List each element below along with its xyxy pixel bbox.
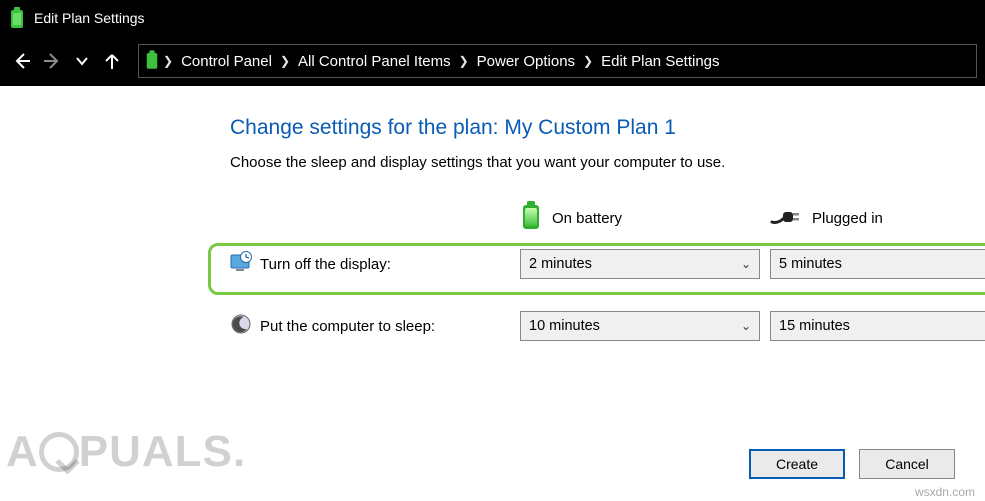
column-header-plugged-label: Plugged in [812, 210, 883, 227]
sleep-battery-value: 10 minutes [529, 318, 600, 334]
battery-icon [520, 201, 542, 235]
titlebar: Edit Plan Settings [0, 0, 985, 36]
create-button[interactable]: Create [749, 449, 845, 479]
display-plugged-select[interactable]: 5 minutes ⌄ [770, 249, 985, 279]
monitor-clock-icon [230, 251, 252, 277]
chevron-right-icon[interactable]: ❯ [280, 54, 290, 68]
page-description: Choose the sleep and display settings th… [230, 154, 955, 171]
window-title: Edit Plan Settings [34, 10, 145, 26]
power-options-app-icon [8, 7, 26, 29]
watermark-appuals: APUALS. [6, 427, 246, 477]
sleep-battery-select[interactable]: 10 minutes ⌄ [520, 311, 760, 341]
chevron-right-icon[interactable]: ❯ [163, 54, 173, 68]
chevron-down-icon: ⌄ [741, 257, 751, 271]
row-display-label: Turn off the display: [230, 245, 510, 283]
row-sleep-text: Put the computer to sleep: [260, 318, 435, 335]
recent-locations-dropdown[interactable] [68, 47, 96, 75]
forward-button[interactable] [38, 47, 66, 75]
sleep-plugged-select[interactable]: 15 minutes ⌄ [770, 311, 985, 341]
column-header-plugged: Plugged in [770, 200, 985, 240]
display-plugged-value: 5 minutes [779, 256, 842, 272]
navigation-bar: ❯ Control Panel ❯ All Control Panel Item… [0, 36, 985, 86]
power-options-path-icon [145, 50, 159, 73]
chevron-right-icon[interactable]: ❯ [459, 54, 469, 68]
chevron-down-icon: ⌄ [741, 319, 751, 333]
breadcrumb-edit-plan[interactable]: Edit Plan Settings [597, 51, 723, 72]
sleep-plugged-value: 15 minutes [779, 318, 850, 334]
watermark-wsxdn: wsxdn.com [915, 485, 975, 499]
back-button[interactable] [8, 47, 36, 75]
column-header-battery: On battery [520, 195, 760, 245]
row-display-text: Turn off the display: [260, 256, 391, 273]
breadcrumb-power-options[interactable]: Power Options [473, 51, 579, 72]
settings-grid: On battery Plugged in [230, 195, 955, 345]
address-bar[interactable]: ❯ Control Panel ❯ All Control Panel Item… [138, 44, 977, 78]
column-header-battery-label: On battery [552, 210, 622, 227]
row-sleep-label: Put the computer to sleep: [230, 307, 510, 345]
moon-icon [230, 313, 252, 339]
footer-buttons: Create Cancel [749, 449, 955, 479]
content-area: Change settings for the plan: My Custom … [0, 86, 985, 365]
page-title: Change settings for the plan: My Custom … [230, 116, 955, 140]
cancel-button[interactable]: Cancel [859, 449, 955, 479]
breadcrumb-all-items[interactable]: All Control Panel Items [294, 51, 455, 72]
chevron-right-icon[interactable]: ❯ [583, 54, 593, 68]
display-battery-value: 2 minutes [529, 256, 592, 272]
plug-icon [770, 206, 802, 230]
display-battery-select[interactable]: 2 minutes ⌄ [520, 249, 760, 279]
breadcrumb-control-panel[interactable]: Control Panel [177, 51, 276, 72]
up-button[interactable] [98, 47, 126, 75]
